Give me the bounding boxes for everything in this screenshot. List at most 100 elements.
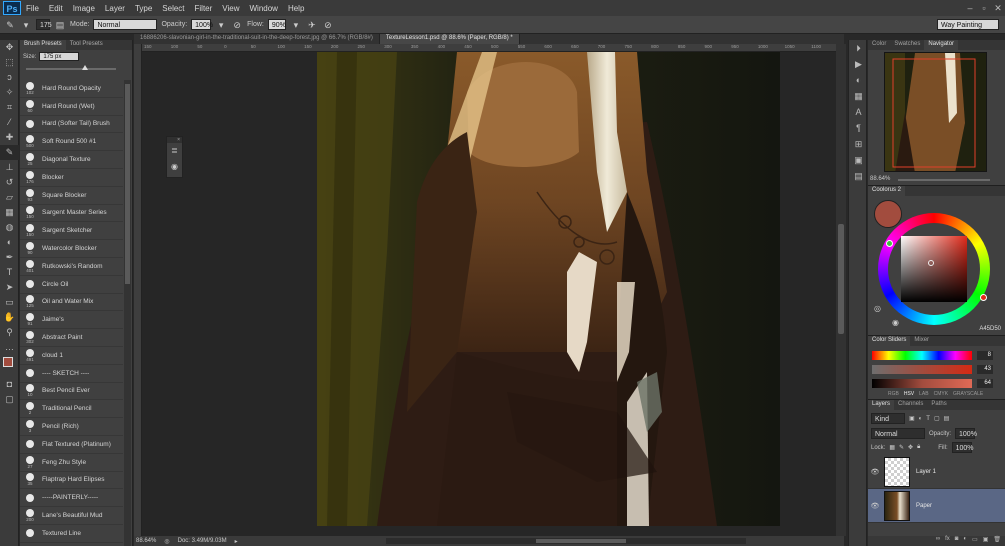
link-layers-icon[interactable]: ∞: [936, 536, 940, 546]
pen-tool-icon[interactable]: ✒: [0, 250, 19, 265]
tab-color[interactable]: Color: [868, 40, 890, 50]
horizontal-scroll-thumb[interactable]: [535, 539, 626, 543]
menu-select[interactable]: Select: [157, 4, 189, 13]
lock-position-icon[interactable]: ✥: [908, 444, 913, 451]
size-field[interactable]: 175 px: [39, 52, 80, 61]
opacity-dropdown-icon[interactable]: ▾: [215, 19, 227, 31]
properties-icon[interactable]: ⊞: [849, 136, 868, 152]
hue-marker-icon[interactable]: [980, 294, 987, 301]
navigator-thumbnail[interactable]: [884, 52, 987, 172]
zoom-tool-icon[interactable]: ⚲: [0, 325, 19, 340]
screen-mode-icon[interactable]: ▢: [0, 392, 19, 407]
brush-preset-item[interactable]: 10 Best Pencil Ever: [20, 383, 123, 401]
visibility-eye-icon[interactable]: 👁︎: [868, 468, 882, 476]
brush-preset-item[interactable]: Flat Textured (Platinum): [20, 436, 123, 454]
lasso-tool-icon[interactable]: ↄ: [0, 70, 19, 85]
hue-slider[interactable]: [872, 351, 972, 360]
clone-source-icon[interactable]: ▤: [849, 168, 868, 184]
navigator-zoom[interactable]: 88.64%: [870, 176, 890, 182]
saturation-slider[interactable]: [872, 365, 972, 374]
move-tool-icon[interactable]: ✥: [0, 40, 19, 55]
new-group-icon[interactable]: ▭: [972, 536, 978, 546]
filter-type-icon[interactable]: T: [926, 416, 930, 422]
brush-preset-item[interactable]: 90 Watercolor Blocker: [20, 240, 123, 258]
quick-select-tool-icon[interactable]: ✧: [0, 85, 19, 100]
size-slider[interactable]: [26, 68, 116, 70]
history-brush-tool-icon[interactable]: ↺: [0, 175, 19, 190]
filter-shape-icon[interactable]: ▢: [934, 415, 940, 422]
lock-pixels-icon[interactable]: ✎: [899, 444, 904, 451]
menu-filter[interactable]: Filter: [190, 4, 218, 13]
layer-name[interactable]: Paper: [910, 503, 932, 509]
mode-cmyk[interactable]: CMYK: [934, 391, 948, 397]
status-arrow-icon[interactable]: ▸: [235, 538, 238, 545]
pressure-opacity-icon[interactable]: ⊘: [231, 19, 243, 31]
brush-preset-item[interactable]: 35 Flaptrap Hard Elipses: [20, 472, 123, 490]
lock-all-icon[interactable]: 🔒︎: [917, 444, 920, 451]
healing-tool-icon[interactable]: ✚: [0, 130, 19, 145]
type-tool-icon[interactable]: T: [0, 265, 19, 280]
saturation-value-picker[interactable]: [901, 236, 967, 302]
tab-brush-presets[interactable]: Brush Presets: [20, 40, 66, 50]
vertical-scroll-thumb[interactable]: [838, 224, 844, 334]
brush-preset-item[interactable]: 3 Pencil (Rich): [20, 418, 123, 436]
brush-preset-item[interactable]: ---- SKETCH ----: [20, 365, 123, 383]
lock-transparency-icon[interactable]: ▦: [889, 444, 895, 451]
path-select-tool-icon[interactable]: ➤: [0, 280, 19, 295]
brush-preset-item[interactable]: 60 Hard Round (Wet): [20, 98, 123, 116]
add-mask-icon[interactable]: ◙: [955, 536, 959, 546]
hand-tool-icon[interactable]: ✋: [0, 310, 19, 325]
menu-file[interactable]: File: [21, 4, 44, 13]
brightness-slider[interactable]: [872, 379, 972, 388]
brush-preset-item[interactable]: 200 Lane's Beautiful Mud: [20, 507, 123, 525]
layer-name[interactable]: Layer 1: [910, 469, 936, 475]
pressure-size-icon[interactable]: ⊘: [322, 19, 334, 31]
swatches-icon[interactable]: ▦: [849, 88, 868, 104]
more-tools-icon[interactable]: …: [0, 340, 19, 355]
character-icon[interactable]: A: [849, 104, 868, 120]
gradient-tool-icon[interactable]: ▦: [0, 205, 19, 220]
eyedropper-tool-icon[interactable]: ⁄: [0, 115, 19, 130]
adjustments-icon[interactable]: ◐: [849, 72, 868, 88]
canvas-painting[interactable]: [317, 52, 780, 526]
dodge-tool-icon[interactable]: ◐: [0, 235, 19, 250]
menu-image[interactable]: Image: [68, 4, 100, 13]
brush-preset-item[interactable]: 150 Sargent Sketcher: [20, 222, 123, 241]
mode-rgb[interactable]: RGB: [888, 391, 899, 397]
tab-swatches[interactable]: Swatches: [890, 40, 924, 50]
dropdown-arrow-icon[interactable]: ▾: [20, 19, 32, 31]
mode-lab[interactable]: LAB: [919, 391, 928, 397]
filter-pixel-icon[interactable]: ▣: [909, 415, 915, 422]
brush-preset-item[interactable]: Circle Oil: [20, 276, 123, 294]
filter-adjust-icon[interactable]: ◐: [919, 416, 923, 422]
tab-paths[interactable]: Paths: [927, 400, 950, 410]
color-swatches[interactable]: [0, 355, 18, 377]
crop-tool-icon[interactable]: ⌗: [0, 100, 19, 115]
brush-preset-item[interactable]: 91 Jaime's: [20, 311, 123, 330]
brush-preset-item[interactable]: 302 Abstract Paint: [20, 329, 123, 347]
vertical-scrollbar[interactable]: [836, 44, 846, 536]
layer-row-paper[interactable]: 👁︎ Paper: [868, 489, 1005, 523]
menu-window[interactable]: Window: [245, 4, 283, 13]
quick-mask-icon[interactable]: ◘: [0, 377, 19, 392]
zoom-level[interactable]: 88.64%: [136, 538, 156, 544]
layer-kind-filter[interactable]: Kind: [871, 413, 905, 424]
brush-preset-item[interactable]: 93 Square Blocker: [20, 187, 123, 205]
brush-tool-icon[interactable]: ✎: [0, 145, 19, 160]
mode-hsv[interactable]: HSV: [904, 391, 914, 397]
mode-grayscale[interactable]: GRAYSCALE: [953, 391, 983, 397]
horizontal-scrollbar[interactable]: [385, 538, 746, 544]
saturation-value[interactable]: 43: [977, 365, 993, 374]
brush-preset-item[interactable]: 27 Feng Zhu Style: [20, 454, 123, 472]
menu-layer[interactable]: Layer: [100, 4, 130, 13]
brush-preset-item[interactable]: 150 Sargent Master Series: [20, 205, 123, 223]
status-icon[interactable]: ◎: [164, 538, 169, 545]
clone-stamp-tool-icon[interactable]: ⊥: [0, 160, 19, 175]
tab-color-sliders[interactable]: Color Sliders: [868, 336, 911, 346]
blur-tool-icon[interactable]: ◍: [0, 220, 19, 235]
flow-dropdown-icon[interactable]: ▾: [290, 19, 302, 31]
current-color-swatch[interactable]: [874, 200, 902, 228]
layer-row-layer-1[interactable]: 👁︎ Layer 1: [868, 455, 1005, 489]
foreground-color-swatch[interactable]: [3, 357, 13, 367]
brush-preset-item[interactable]: 102 Hard Round Opacity: [20, 80, 123, 98]
